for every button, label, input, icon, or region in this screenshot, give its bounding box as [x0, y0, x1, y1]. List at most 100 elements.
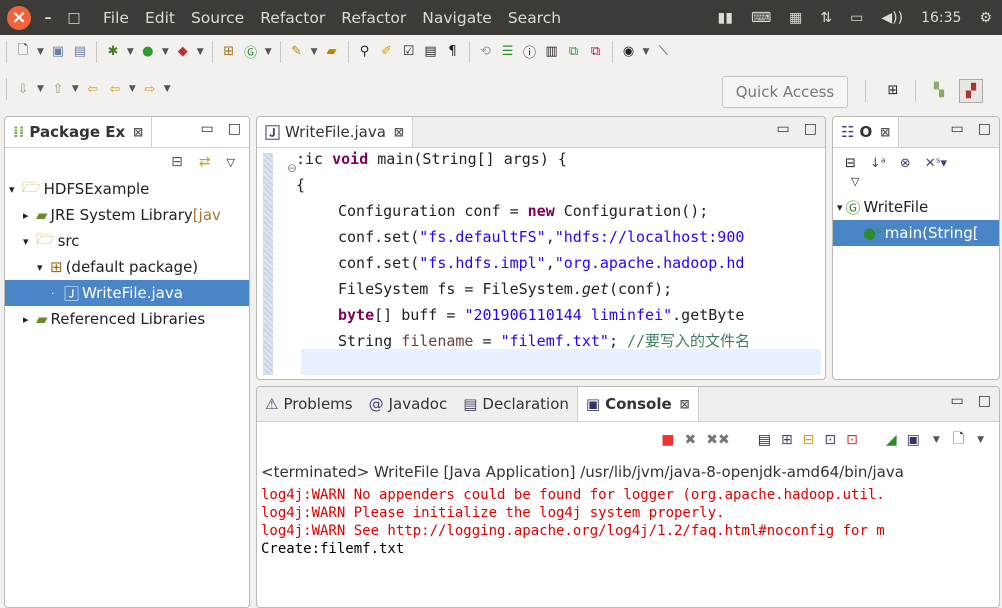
disconnect-icon[interactable]: ⟍ [654, 43, 672, 61]
tab-writefile-java[interactable]: 🄹 WriteFile.java ⊠ [257, 117, 413, 147]
editor-scrollbar[interactable] [811, 149, 817, 379]
last-edit-icon[interactable]: ⇦ [84, 80, 102, 98]
hierarchy-alt-icon[interactable]: ⧉ [587, 43, 605, 61]
external-tools-icon[interactable]: ◆ [174, 43, 192, 61]
save-icon[interactable]: ▣ [49, 43, 67, 61]
link-editor-icon[interactable]: ⟲ [477, 43, 495, 61]
pen-dropdown-icon[interactable]: ▼ [311, 47, 318, 57]
clock[interactable]: 16:35 [921, 10, 961, 26]
tab-package-explorer[interactable]: ⁞⁞ Package Ex ⊠ [5, 117, 153, 147]
next-annotation-dropdown-icon[interactable]: ▼ [37, 84, 44, 94]
workspace-icon[interactable]: ▮▮ [718, 10, 733, 26]
terminate-icon[interactable]: ■ [661, 432, 674, 448]
remove-all-launches-icon[interactable]: ✖✖ [706, 432, 729, 448]
tab-javadoc[interactable]: @ Javadoc [361, 387, 456, 421]
menu-source[interactable]: Source [183, 9, 252, 27]
debug-dropdown-icon[interactable]: ▼ [127, 47, 134, 57]
outline-class[interactable]: ▾ Ⓖ WriteFile [833, 194, 999, 220]
show-stdout-icon[interactable]: ⊡ [824, 432, 836, 448]
code-editor[interactable]: :ic void main(String[] args) {{Configura… [270, 146, 810, 378]
task-icon[interactable]: ☑ [400, 43, 418, 61]
new-java-project-icon[interactable]: ⊞ [220, 43, 238, 61]
new-class-icon[interactable]: Ⓖ [242, 43, 260, 61]
new-icon[interactable]: 🗋 [14, 43, 32, 61]
close-icon[interactable]: ⊠ [394, 125, 404, 139]
list-icon[interactable]: ☰ [499, 43, 517, 61]
maximize-icon[interactable]: □ [978, 121, 991, 137]
code-line[interactable]: FileSystem fs = FileSystem.get(conf); [270, 276, 810, 302]
settings-gear-icon[interactable]: ⚙ [979, 10, 992, 26]
run-icon[interactable]: ● [139, 43, 157, 61]
collapse-all-icon[interactable]: ⊟ [171, 154, 183, 170]
calendar-icon[interactable]: ▦ [789, 10, 802, 26]
java-perspective-icon[interactable]: ▞ [959, 79, 983, 103]
tree-item[interactable]: ▸ ▰ Referenced Libraries [5, 306, 249, 332]
code-line[interactable]: :ic void main(String[] args) { [270, 146, 810, 172]
close-icon[interactable]: ⊠ [880, 125, 890, 139]
remove-launch-icon[interactable]: ✖ [685, 432, 697, 448]
brush-icon[interactable]: ✐ [378, 43, 396, 61]
document-icon[interactable]: ▤ [422, 43, 440, 61]
record-icon[interactable]: ◉ [620, 43, 638, 61]
pen-icon[interactable]: ✎ [288, 43, 306, 61]
maximize-icon[interactable]: □ [804, 121, 817, 137]
new-dropdown-icon[interactable]: ▼ [37, 47, 44, 57]
previous-annotation-dropdown-icon[interactable]: ▼ [72, 84, 79, 94]
quick-access-input[interactable]: Quick Access [722, 76, 848, 108]
word-wrap-icon[interactable]: ⊟ [803, 432, 815, 448]
show-stderr-icon[interactable]: ⊡ [846, 432, 858, 448]
paragraph-icon[interactable]: ¶ [444, 43, 462, 61]
maximize-icon[interactable]: □ [978, 393, 991, 409]
code-line[interactable]: { [270, 172, 810, 198]
tab-problems[interactable]: ⚠ Problems [257, 387, 361, 421]
menu-file[interactable]: File [95, 9, 137, 27]
outline-method[interactable]: ●ˢ main(String[ [833, 220, 999, 246]
next-annotation-icon[interactable]: ⇩ [14, 80, 32, 98]
code-line[interactable]: conf.set("fs.defaultFS","hdfs://localhos… [270, 224, 810, 250]
tab-outline[interactable]: ☷ O ⊠ [833, 117, 900, 147]
scroll-lock-icon[interactable]: ⊞ [781, 432, 793, 448]
new-class-dropdown-icon[interactable]: ▼ [265, 47, 272, 57]
minimize-window-button[interactable]: – [37, 7, 59, 29]
twisty-icon[interactable]: ▸ [23, 209, 33, 222]
console-output[interactable]: log4j:WARN No appenders could be found f… [257, 486, 999, 558]
debug-icon[interactable]: ✱ [104, 43, 122, 61]
hide-static-icon[interactable]: ✕ˢ▾ [925, 156, 947, 171]
minimize-icon[interactable]: ▭ [951, 121, 964, 137]
display-console-icon[interactable]: ▣ [907, 432, 920, 448]
forward-dropdown-icon[interactable]: ▼ [164, 84, 171, 94]
sort-icon[interactable]: ↓ᵃ [870, 156, 886, 171]
previous-annotation-icon[interactable]: ⇧ [49, 80, 67, 98]
view-menu-icon[interactable]: ▽ [227, 156, 235, 169]
battery-icon[interactable]: ▭ [850, 10, 863, 26]
info-icon[interactable]: ⓘ [521, 43, 539, 61]
tree-item[interactable]: ▸ ▰ JRE System Library [jav [5, 202, 249, 228]
menu-search[interactable]: Search [500, 9, 569, 27]
minimize-icon[interactable]: ▭ [201, 121, 214, 137]
outline-view-menu-icon[interactable]: ▽ [833, 171, 999, 188]
twisty-icon[interactable]: ▾ [37, 261, 47, 274]
back-dropdown-icon[interactable]: ▼ [129, 84, 136, 94]
forward-icon[interactable]: ⇨ [141, 80, 159, 98]
volume-icon[interactable]: ◀)) [881, 10, 903, 26]
search-icon[interactable]: ⚲ [356, 43, 374, 61]
back-icon[interactable]: ⇦ [106, 80, 124, 98]
tree-item[interactable]: ▾ ⊞ (default package) [5, 254, 249, 280]
java-ee-perspective-icon[interactable]: ▚ [930, 81, 948, 99]
twisty-icon[interactable]: · [51, 287, 61, 300]
minimize-icon[interactable]: ▭ [951, 393, 964, 409]
tab-console[interactable]: ▣ Console ⊠ [576, 387, 699, 421]
record-dropdown-icon[interactable]: ▼ [643, 47, 650, 57]
maximize-icon[interactable]: □ [228, 121, 241, 137]
collapse-all-icon[interactable]: ⊟ [845, 156, 856, 171]
save-all-icon[interactable]: ▤ [71, 43, 89, 61]
minimize-icon[interactable]: ▭ [777, 121, 790, 137]
twisty-icon[interactable]: ▸ [23, 313, 33, 326]
code-line[interactable]: Configuration conf = new Configuration()… [270, 198, 810, 224]
close-icon[interactable]: ⊠ [133, 125, 143, 139]
menu-refactor[interactable]: Refactor [252, 9, 333, 27]
new-console-icon[interactable]: 🗋 [953, 428, 964, 452]
note-icon[interactable]: ▥ [543, 43, 561, 61]
hierarchy-icon[interactable]: ⧉ [565, 43, 583, 61]
keyboard-icon[interactable]: ⌨ [751, 10, 771, 26]
